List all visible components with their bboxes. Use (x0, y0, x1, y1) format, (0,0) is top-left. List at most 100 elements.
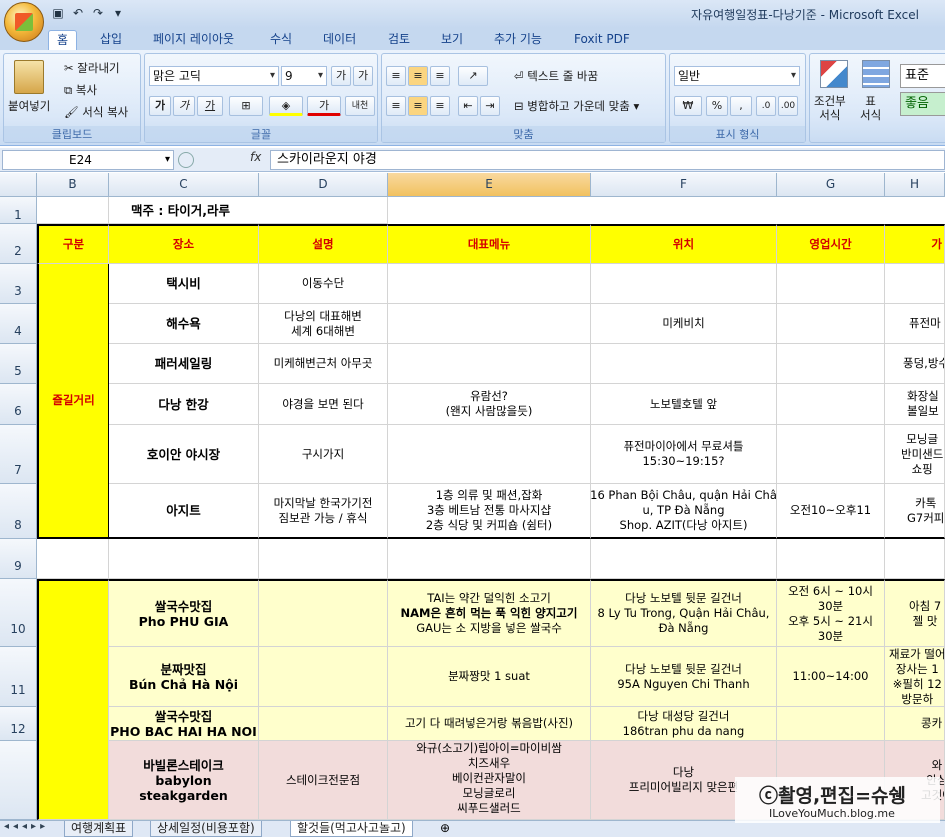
cell-empty[interactable] (777, 539, 885, 579)
fill-color-button[interactable]: ◈ (269, 96, 303, 116)
cell-location[interactable]: 다낭 노보텔 뒷문 길건너 8 Ly Tu Trong, Quận Hải Ch… (591, 579, 777, 647)
col-header-d[interactable]: D (259, 173, 388, 197)
cell-place[interactable]: 다낭 한강 (109, 384, 259, 425)
office-button[interactable] (4, 2, 44, 42)
tab-view[interactable]: 보기 (433, 30, 471, 50)
cell-place[interactable]: 패러세일링 (109, 344, 259, 384)
wrap-text-button[interactable]: ⏎ 텍스트 줄 바꿈 (514, 68, 598, 84)
save-icon[interactable]: ▣ (50, 5, 66, 21)
formula-input[interactable]: 스카이라운지 야경 (270, 150, 945, 170)
select-all-corner[interactable] (0, 173, 37, 197)
font-size-combo[interactable]: 9 (281, 66, 327, 86)
conditional-format-button[interactable]: 조건부 서식 (814, 94, 846, 122)
cell-menu[interactable]: 유람선? (왠지 사람많을듯) (388, 384, 591, 425)
cell-place[interactable]: 쌀국수맛집 Pho PHU GIA (109, 579, 259, 647)
header-place[interactable]: 장소 (109, 224, 259, 264)
decrease-indent-icon[interactable]: ⇤ (458, 96, 478, 116)
tab-page-layout[interactable]: 페이지 레이아웃 (145, 30, 242, 50)
row-header-9[interactable]: 9 (0, 539, 37, 579)
cell-place[interactable]: 택시비 (109, 264, 259, 304)
cell-place[interactable]: 해수욕 (109, 304, 259, 344)
cell-hours[interactable]: 11:00~14:00 (777, 647, 885, 707)
orientation-icon[interactable]: ↗ (458, 66, 488, 86)
expand-icon[interactable] (178, 152, 194, 168)
align-middle-icon[interactable]: ≡ (408, 66, 428, 86)
cell-place[interactable]: 쌀국수맛집 PHO BAC HAI HA NOI (109, 707, 259, 741)
row-header-1[interactable]: 1 (0, 197, 37, 224)
cell-hours[interactable] (777, 304, 885, 344)
cell-menu[interactable] (388, 425, 591, 484)
row-header-10[interactable]: 10 (0, 579, 37, 647)
cell-c1[interactable]: 맥주 : 타이거,라루 (109, 197, 388, 224)
row-header-11[interactable]: 11 (0, 647, 37, 707)
number-format-combo[interactable]: 일반 (674, 66, 800, 86)
category-food[interactable] (37, 579, 109, 820)
cell-menu[interactable]: 1층 의류 및 패션,잡화 3층 베트남 전통 마사지샵 2층 식당 및 커피숍… (388, 484, 591, 539)
cell-empty[interactable] (259, 539, 388, 579)
decrease-decimal-icon[interactable]: .00 (778, 96, 798, 116)
cell-extra[interactable]: 카톡 G7커피 (885, 484, 945, 539)
row-header-4[interactable]: 4 (0, 304, 37, 344)
cell-empty[interactable] (591, 539, 777, 579)
header-menu[interactable]: 대표메뉴 (388, 224, 591, 264)
cell-menu[interactable]: 와규(소고기)립아이=마이비쌈 치즈새우 베이컨관자말이 모닝글로리 씨푸드샐러… (388, 741, 591, 820)
cell-menu[interactable] (388, 344, 591, 384)
cell-location[interactable] (591, 344, 777, 384)
cell-extra[interactable] (885, 264, 945, 304)
align-bottom-icon[interactable]: ≡ (430, 66, 450, 86)
col-header-f[interactable]: F (591, 173, 777, 197)
cell-menu[interactable]: TAI는 약간 덜익힌 소고기 NAM은 흔히 먹는 푹 익힌 양지고기 GAU… (388, 579, 591, 647)
cell-desc[interactable]: 구시가지 (259, 425, 388, 484)
tab-insert[interactable]: 삽입 (92, 30, 130, 50)
cell-extra[interactable]: 화장실 볼일보 (885, 384, 945, 425)
comma-button[interactable]: , (730, 96, 752, 116)
copy-button[interactable]: ⧉ 복사 (64, 82, 97, 98)
increase-decimal-icon[interactable]: .0 (756, 96, 776, 116)
cell-extra[interactable]: 재료가 떨어 장사는 1 ※필히 12 방문하 (885, 647, 945, 707)
tab-data[interactable]: 데이터 (315, 30, 364, 50)
cell-menu[interactable] (388, 304, 591, 344)
font-name-combo[interactable]: 맑은 고딕 (149, 66, 279, 86)
sheet-tab-detail[interactable]: 상세일정(비용포함) (150, 821, 262, 837)
cell-desc[interactable]: 이동수단 (259, 264, 388, 304)
cell-desc[interactable]: 마지막날 한국가기전 짐보관 가능 / 휴식 (259, 484, 388, 539)
cell-location[interactable] (591, 264, 777, 304)
sheet-tab-plan[interactable]: 여행계획표 (64, 821, 134, 837)
style-normal[interactable]: 표준 (900, 64, 945, 88)
cell-desc[interactable] (259, 707, 388, 741)
row-header-13[interactable] (0, 741, 37, 820)
increase-indent-icon[interactable]: ⇥ (480, 96, 500, 116)
header-hours[interactable]: 영업시간 (777, 224, 885, 264)
cell-hours[interactable] (777, 344, 885, 384)
cell-place[interactable]: 아지트 (109, 484, 259, 539)
align-right-icon[interactable]: ≡ (430, 96, 450, 116)
grow-font-button[interactable]: 가 (331, 66, 351, 86)
row-header-3[interactable]: 3 (0, 264, 37, 304)
cell-hours[interactable] (777, 384, 885, 425)
shrink-font-button[interactable]: 가 (353, 66, 373, 86)
row-header-2[interactable]: 2 (0, 224, 37, 264)
paste-button[interactable]: 붙여넣기 (8, 98, 50, 114)
bold-button[interactable]: 가 (149, 96, 171, 116)
col-header-b[interactable]: B (37, 173, 109, 197)
cell-menu[interactable]: 고기 다 때려넣은거랑 볶음밥(사진) (388, 707, 591, 741)
cell-location[interactable]: 16 Phan Bội Châu, quận Hải Châ u, TP Đà … (591, 484, 777, 539)
align-center-icon[interactable]: ≡ (408, 96, 428, 116)
tab-home[interactable]: 홈 (48, 30, 78, 50)
new-sheet-icon[interactable]: ⊕ (440, 821, 450, 835)
cell-location[interactable]: 미케비치 (591, 304, 777, 344)
percent-button[interactable]: % (706, 96, 728, 116)
tab-formulas[interactable]: 수식 (262, 30, 300, 50)
format-painter-button[interactable]: 🖌 서식 복사 (64, 104, 128, 120)
redo-icon[interactable]: ↷ (90, 5, 106, 21)
col-header-c[interactable]: C (109, 173, 259, 197)
cell-extra[interactable]: 퓨전마 (885, 304, 945, 344)
cell-hours[interactable] (777, 425, 885, 484)
undo-icon[interactable]: ↶ (70, 5, 86, 21)
row-header-7[interactable]: 7 (0, 425, 37, 484)
col-header-e[interactable]: E (388, 173, 591, 197)
style-good[interactable]: 좋음 (900, 92, 945, 116)
row-header-8[interactable]: 8 (0, 484, 37, 539)
cell-location[interactable]: 노보텔호텔 앞 (591, 384, 777, 425)
cell-hours[interactable] (777, 264, 885, 304)
